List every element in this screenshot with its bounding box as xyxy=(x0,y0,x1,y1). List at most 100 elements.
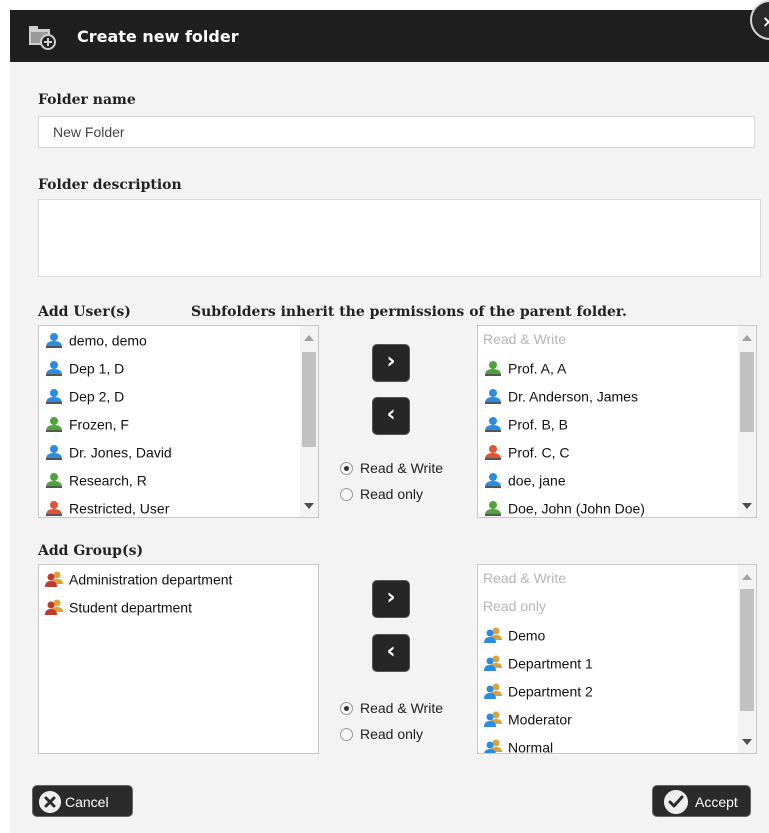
assigned-user-item[interactable]: Dr. Anderson, James xyxy=(478,382,738,410)
available-users-list[interactable]: demo, demo Dep 1, D Dep 2, D Frozen, F Dr. J… xyxy=(38,325,319,518)
add-user-button[interactable]: › xyxy=(372,344,410,382)
assigned-groups-header-read-write: Read & Write xyxy=(483,570,566,586)
available-group-item[interactable]: Student department xyxy=(39,593,318,621)
assigned-users-list[interactable]: Read & Write Prof. A, A Dr. Anderson, Jam… xyxy=(477,325,757,518)
dialog-titlebar: Create new folder × xyxy=(10,0,769,62)
available-user-item[interactable]: demo, demo xyxy=(39,326,300,354)
available-user-item[interactable]: Research, R xyxy=(39,466,300,494)
users-read-write-radio[interactable]: Read & Write xyxy=(340,460,443,476)
group-icon xyxy=(484,683,502,700)
assigned-users-scrollbar[interactable] xyxy=(738,326,756,517)
group-icon xyxy=(484,711,502,728)
user-icon xyxy=(485,473,501,489)
new-folder-icon xyxy=(29,26,56,50)
list-item-label: doe, jane xyxy=(508,472,566,489)
list-item-label: Frozen, F xyxy=(69,416,129,433)
group-icon xyxy=(484,627,502,644)
assigned-groups-scrollbar[interactable] xyxy=(738,565,756,753)
list-item-label: Restricted, User xyxy=(69,500,170,517)
list-item-label: Dr. Anderson, James xyxy=(508,388,638,405)
available-user-item[interactable]: Frozen, F xyxy=(39,410,300,438)
scroll-up-icon[interactable] xyxy=(304,335,314,341)
user-icon xyxy=(485,445,501,461)
available-user-item[interactable]: Dep 2, D xyxy=(39,382,300,410)
list-item-label: Doe, John (John Doe) xyxy=(508,500,645,517)
assigned-users-header: Read & Write xyxy=(483,331,566,347)
cancel-icon xyxy=(39,791,61,813)
available-group-item[interactable]: Administration department xyxy=(39,565,318,593)
assigned-group-item[interactable]: Department 2 xyxy=(478,677,738,705)
assigned-groups-header-read-only: Read only xyxy=(483,598,547,614)
checkmark-icon xyxy=(664,790,688,814)
remove-user-button[interactable]: ‹ xyxy=(372,397,410,435)
radio-unchecked-icon[interactable] xyxy=(340,488,353,501)
assigned-group-item[interactable]: Moderator xyxy=(478,705,738,733)
user-icon xyxy=(485,389,501,405)
assigned-user-item[interactable]: Prof. B, B xyxy=(478,410,738,438)
user-icon xyxy=(46,417,62,433)
assigned-group-item[interactable]: Demo xyxy=(478,621,738,649)
list-item-label: Normal xyxy=(508,739,554,754)
folder-description-label: Folder description xyxy=(38,177,182,193)
list-item-label: Prof. A, A xyxy=(508,360,567,377)
user-icon xyxy=(485,501,501,517)
user-icon xyxy=(485,417,501,433)
groups-read-write-radio[interactable]: Read & Write xyxy=(340,700,443,716)
radio-checked-icon[interactable] xyxy=(340,462,353,475)
remove-group-button[interactable]: ‹ xyxy=(372,634,410,672)
dialog-title: Create new folder xyxy=(77,27,239,46)
list-item-label: Department 2 xyxy=(508,683,593,700)
folder-description-input[interactable] xyxy=(38,199,761,277)
user-icon xyxy=(46,361,62,377)
user-icon xyxy=(46,333,62,349)
scroll-down-icon[interactable] xyxy=(304,503,314,509)
scroll-down-icon[interactable] xyxy=(742,503,752,509)
list-item-label: Prof. B, B xyxy=(508,416,568,433)
user-icon xyxy=(46,389,62,405)
list-item-label: Administration department xyxy=(69,571,233,588)
scroll-up-icon[interactable] xyxy=(742,574,752,580)
chevron-left-icon: ‹ xyxy=(386,402,396,427)
add-group-button[interactable]: › xyxy=(372,580,410,618)
user-icon xyxy=(46,473,62,489)
user-icon xyxy=(46,501,62,517)
add-groups-label: Add Group(s) xyxy=(38,543,144,559)
user-icon xyxy=(46,445,62,461)
available-groups-list[interactable]: Administration department Student departm… xyxy=(38,564,319,754)
close-button[interactable]: × xyxy=(750,0,769,40)
available-user-item[interactable]: Dr. Jones, David xyxy=(39,438,300,466)
chevron-left-icon: ‹ xyxy=(386,639,396,664)
groups-read-only-radio[interactable]: Read only xyxy=(340,726,423,742)
dialog-body: Folder name Folder description Add User(… xyxy=(10,62,769,833)
scroll-down-icon[interactable] xyxy=(742,739,752,745)
users-read-only-radio[interactable]: Read only xyxy=(340,486,423,502)
list-item-label: Dep 2, D xyxy=(69,388,125,405)
chevron-right-icon: › xyxy=(386,349,396,374)
list-item-label: Dr. Jones, David xyxy=(69,444,172,461)
scrollbar-thumb[interactable] xyxy=(740,352,754,432)
assigned-groups-list[interactable]: Read & Write Read only Demo Department 1 D… xyxy=(477,564,757,754)
user-icon xyxy=(485,361,501,377)
radio-unchecked-icon[interactable] xyxy=(340,728,353,741)
scrollbar-thumb[interactable] xyxy=(740,589,754,711)
available-users-scrollbar[interactable] xyxy=(300,326,318,517)
scroll-up-icon[interactable] xyxy=(742,335,752,341)
available-user-item[interactable]: Dep 1, D xyxy=(39,354,300,382)
list-item-label: Moderator xyxy=(508,711,572,728)
assigned-user-item[interactable]: Prof. C, C xyxy=(478,438,738,466)
accept-button[interactable]: Accept xyxy=(652,785,751,817)
assigned-user-item[interactable]: doe, jane xyxy=(478,466,738,494)
assigned-group-item[interactable]: Normal xyxy=(478,733,738,754)
assigned-user-item[interactable]: Doe, John (John Doe) xyxy=(478,494,738,517)
chevron-right-icon: › xyxy=(386,585,396,610)
assigned-user-item[interactable]: Prof. A, A xyxy=(478,354,738,382)
folder-name-input[interactable] xyxy=(38,116,755,148)
radio-checked-icon[interactable] xyxy=(340,702,353,715)
cancel-button[interactable]: Cancel xyxy=(32,785,133,817)
assigned-group-item[interactable]: Department 1 xyxy=(478,649,738,677)
list-item-label: Student department xyxy=(69,599,192,616)
list-item-label: Demo xyxy=(508,627,546,644)
available-user-item[interactable]: Restricted, User xyxy=(39,494,300,517)
scrollbar-thumb[interactable] xyxy=(302,352,316,447)
group-icon xyxy=(45,571,63,588)
